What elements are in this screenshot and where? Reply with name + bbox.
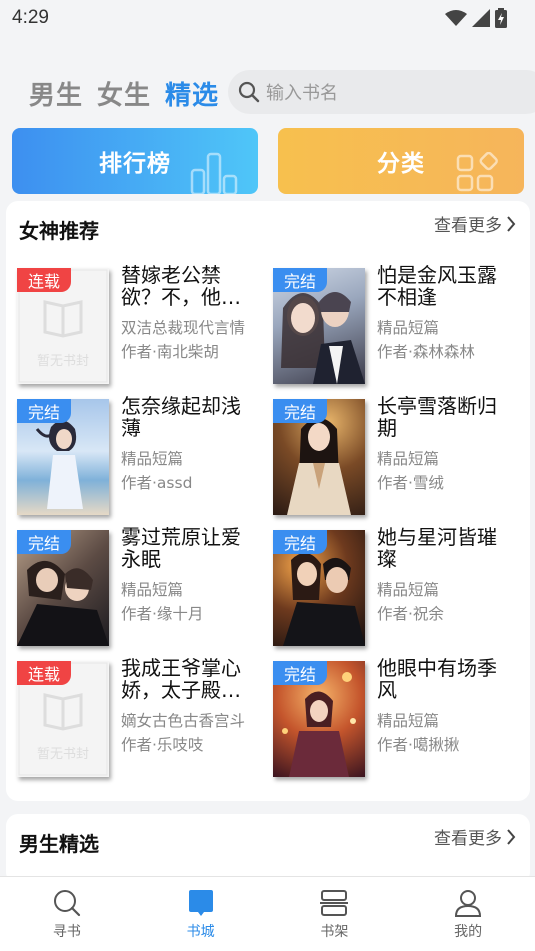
- signal-icon: [472, 9, 490, 27]
- book-category: 嫡女古色古香宫斗: [121, 712, 246, 730]
- rank-label: 排行榜: [99, 151, 171, 177]
- book-category: 精品短篇: [377, 319, 440, 337]
- search-input[interactable]: 输入书名: [228, 70, 535, 114]
- book-cover[interactable]: 暂无书封 连载: [17, 268, 109, 384]
- book-title[interactable]: 我成王爷掌心娇，太子殿…: [121, 657, 257, 701]
- search-icon: [53, 890, 80, 917]
- book-cover[interactable]: 完结: [273, 530, 365, 646]
- search-icon: [238, 81, 260, 103]
- book-author: 作者·雪绒: [377, 474, 444, 492]
- status-badge: 完结: [273, 530, 327, 554]
- book-author: 作者·祝余: [377, 605, 444, 623]
- rank-button[interactable]: 排行榜: [12, 128, 258, 194]
- book-category: 精品短篇: [377, 450, 440, 468]
- shelf-icon: [320, 890, 349, 916]
- section-title: 男生精选: [19, 832, 99, 856]
- book-category: 精品短篇: [121, 581, 184, 599]
- book-category: 精品短篇: [121, 450, 184, 468]
- nav-label: 我的: [454, 924, 483, 940]
- tab-male[interactable]: 男生: [29, 75, 83, 112]
- status-bar: 4:29: [0, 0, 535, 36]
- profile-icon: [455, 890, 482, 917]
- book-item[interactable]: 完结 她与星河皆璀璨 精品短篇 作者·祝余: [273, 526, 523, 652]
- top-tabs: 男生 女生 精选 输入书名: [0, 68, 535, 118]
- book-cover[interactable]: 完结: [273, 268, 365, 384]
- book-author: 作者·缘十月: [121, 605, 204, 623]
- status-badge: 完结: [273, 661, 327, 685]
- book-title[interactable]: 长亭雪落断归期: [377, 395, 513, 439]
- status-time: 4:29: [12, 7, 49, 28]
- see-more-link[interactable]: 查看更多: [434, 824, 516, 849]
- book-item[interactable]: 完结 怎奈缘起却浅薄 精品短篇 作者·assd: [17, 395, 267, 521]
- placeholder-text: 暂无书封: [36, 354, 89, 369]
- book-title[interactable]: 替嫁老公禁欲？不，他…: [121, 264, 257, 308]
- book-icon: [188, 890, 213, 916]
- book-item[interactable]: 完结 长亭雪落断归期 精品短篇 作者·雪绒: [273, 395, 523, 521]
- section-title: 女神推荐: [19, 219, 99, 243]
- book-category: 精品短篇: [377, 581, 440, 599]
- placeholder-text: 暂无书封: [36, 747, 89, 762]
- book-author: 作者·南北柴胡: [121, 343, 219, 361]
- bar-chart-icon: [190, 152, 238, 194]
- nav-shelf[interactable]: 书架: [268, 877, 402, 951]
- book-item[interactable]: 完结 他眼中有场季风 精品短篇 作者·噶揪揪: [273, 657, 523, 783]
- book-category: 双洁总裁现代言情: [121, 319, 246, 337]
- bottom-nav: 寻书 书城 书架 我的: [0, 876, 535, 951]
- book-author: 作者·乐吱吱: [121, 736, 204, 754]
- see-more-link[interactable]: 查看更多: [434, 211, 516, 236]
- book-item[interactable]: 完结 怕是金风玉露不相逢 精品短篇 作者·森林森林: [273, 264, 523, 390]
- book-cover[interactable]: 完结: [17, 399, 109, 515]
- status-badge: 连载: [17, 268, 71, 292]
- book-title[interactable]: 雾过荒原让爱永眠: [121, 526, 257, 570]
- book-title[interactable]: 怕是金风玉露不相逢: [377, 264, 513, 308]
- see-more-label: 查看更多: [434, 216, 502, 236]
- book-category: 精品短篇: [377, 712, 440, 730]
- book-author: 作者·assd: [121, 474, 193, 492]
- chevron-right-icon: [507, 828, 516, 845]
- status-badge: 完结: [273, 399, 327, 423]
- tab-featured[interactable]: 精选: [165, 75, 219, 112]
- wifi-icon: [445, 10, 467, 26]
- chevron-right-icon: [507, 215, 516, 232]
- nav-profile[interactable]: 我的: [401, 877, 535, 951]
- book-cover[interactable]: 完结: [273, 661, 365, 777]
- book-item[interactable]: 暂无书封 连载 我成王爷掌心娇，太子殿… 嫡女古色古香宫斗 作者·乐吱吱: [17, 657, 267, 783]
- nav-search[interactable]: 寻书: [0, 877, 134, 951]
- nav-bookstore[interactable]: 书城: [134, 877, 268, 951]
- book-item[interactable]: 完结 雾过荒原让爱永眠 精品短篇 作者·缘十月: [17, 526, 267, 652]
- book-title[interactable]: 怎奈缘起却浅薄: [121, 395, 257, 439]
- tab-female[interactable]: 女生: [97, 75, 151, 112]
- status-icons: [445, 8, 507, 28]
- book-title[interactable]: 她与星河皆璀璨: [377, 526, 513, 570]
- nav-label: 书架: [320, 924, 349, 940]
- status-badge: 完结: [273, 268, 327, 292]
- book-author: 作者·噶揪揪: [377, 736, 460, 754]
- grid-icon: [456, 152, 498, 192]
- book-title[interactable]: 他眼中有场季风: [377, 657, 513, 701]
- search-placeholder: 输入书名: [266, 83, 338, 104]
- battery-icon: [495, 8, 507, 28]
- status-badge: 完结: [17, 530, 71, 554]
- book-author: 作者·森林森林: [377, 343, 475, 361]
- book-cover[interactable]: 暂无书封 连载: [17, 661, 109, 777]
- status-badge: 连载: [17, 661, 71, 685]
- see-more-label: 查看更多: [434, 829, 502, 849]
- nav-label: 寻书: [52, 924, 81, 940]
- category-label: 分类: [377, 151, 425, 177]
- female-recommend-card: 女神推荐 查看更多 暂无书封 连载 替嫁老公禁欲？不，他… 双洁总裁现代言情 作…: [6, 201, 530, 801]
- book-cover[interactable]: 完结: [273, 399, 365, 515]
- male-featured-card: 男生精选 查看更多: [6, 814, 530, 884]
- status-badge: 完结: [17, 399, 71, 423]
- book-item[interactable]: 暂无书封 连载 替嫁老公禁欲？不，他… 双洁总裁现代言情 作者·南北柴胡: [17, 264, 267, 390]
- category-button[interactable]: 分类: [278, 128, 524, 194]
- nav-label: 书城: [186, 924, 215, 940]
- book-cover[interactable]: 完结: [17, 530, 109, 646]
